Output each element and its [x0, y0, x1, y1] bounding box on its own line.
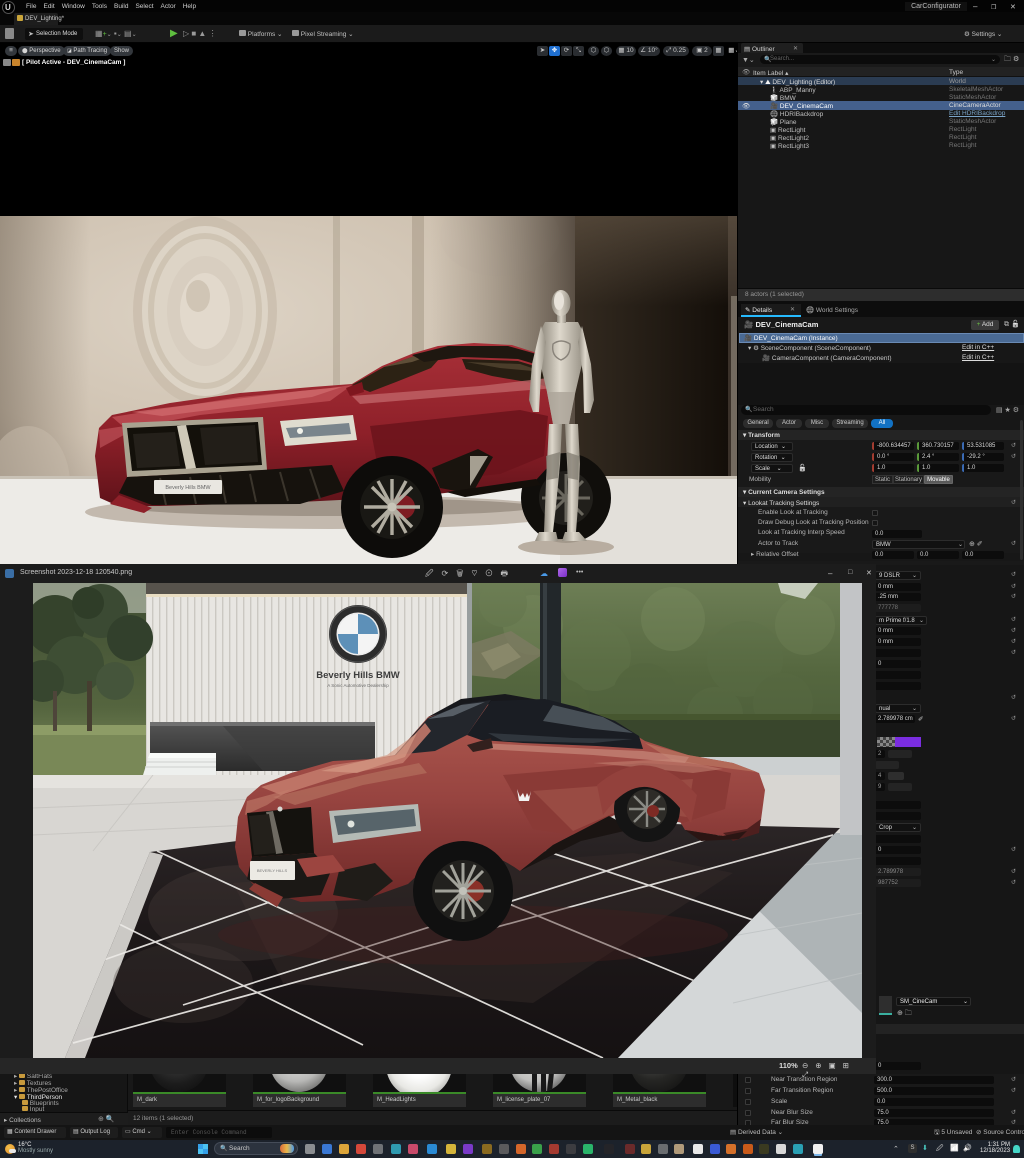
svg-text:Beverly Hills BMW: Beverly Hills BMW: [165, 485, 211, 491]
svg-text:Beverly Hills BMW: Beverly Hills BMW: [316, 670, 399, 681]
svg-text:BEVERLY HILLS: BEVERLY HILLS: [257, 868, 288, 873]
svg-text:A Sonic Automotive Dealership: A Sonic Automotive Dealership: [327, 683, 389, 688]
